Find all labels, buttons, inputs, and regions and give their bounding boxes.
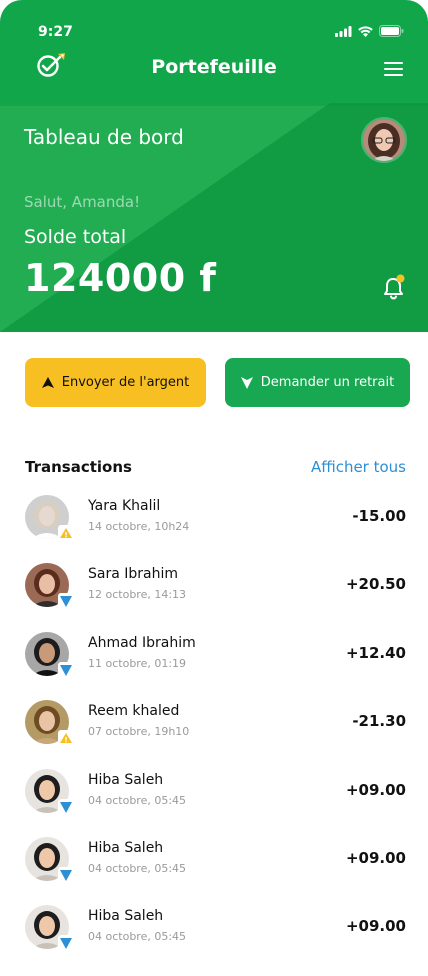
transactions-title: Transactions (25, 458, 132, 476)
status-time: 9:27 (38, 24, 73, 40)
transaction-amount: -15.00 (352, 507, 406, 525)
send-money-label: Envoyer de l'argent (61, 375, 190, 390)
dashboard-title: Tableau de bord (24, 125, 184, 149)
transaction-name: Hiba Saleh (88, 771, 164, 788)
transaction-row[interactable]: Hiba Saleh 04 octobre, 05:45 +09.00 (0, 905, 428, 973)
transaction-row[interactable]: Sara Ibrahim 12 octobre, 14:13 +20.50 (0, 563, 428, 631)
view-all-link[interactable]: Afficher tous (311, 458, 406, 476)
signal-icon (335, 25, 352, 37)
greeting-text: Salut, Amanda! (24, 193, 141, 211)
sent-arrow-icon (58, 730, 74, 747)
transaction-amount: +20.50 (345, 575, 406, 594)
arrow-down-icon (240, 376, 253, 389)
transaction-name: Reem khaled (88, 703, 180, 720)
transaction-row[interactable]: Yara Khalil 14 octobre, 10h24 -15.00 (0, 495, 428, 563)
balance-value: 124000 f (24, 256, 217, 300)
transaction-row[interactable]: Ahmad Ibrahim 11 octobre, 01:19 +12.40 (0, 631, 428, 700)
transaction-amount: +09.00 (345, 849, 406, 867)
hamburger-menu-icon[interactable] (384, 62, 403, 77)
transaction-amount: +09.00 (345, 917, 406, 936)
transaction-date: 04 octobre, 05:45 (88, 862, 187, 875)
transaction-name: Hiba Saleh (88, 840, 164, 856)
status-icons (335, 25, 404, 37)
received-arrow-icon (58, 935, 74, 952)
profile-avatar[interactable] (361, 117, 407, 163)
transaction-date: 04 octobre, 05:45 (88, 930, 187, 944)
transaction-name: Hiba Saleh (88, 908, 164, 925)
transaction-date: 04 octobre, 05:45 (88, 793, 187, 807)
transaction-amount: -21.30 (352, 712, 406, 731)
bell-icon[interactable] (381, 274, 407, 300)
battery-icon (379, 25, 404, 37)
transaction-name: Sara Ibrahim (88, 566, 179, 583)
transaction-amount: +09.00 (345, 780, 406, 799)
received-arrow-icon (58, 798, 74, 815)
transaction-name: Ahmad Ibrahim (88, 634, 196, 651)
transaction-row[interactable]: Reem khaled 07 octobre, 19h10 -21.30 (0, 700, 428, 768)
balance-label: Solde total (24, 226, 127, 248)
sent-arrow-icon (58, 525, 74, 541)
transaction-date: 11 octobre, 01:19 (88, 656, 187, 670)
send-money-button[interactable]: Envoyer de l'argent (25, 358, 206, 407)
transaction-date: 07 octobre, 19h10 (88, 725, 190, 739)
received-arrow-icon (58, 593, 74, 610)
transaction-row[interactable]: Hiba Saleh 04 octobre, 05:45 +09.00 (0, 837, 428, 905)
transaction-name: Yara Khalil (88, 498, 161, 514)
transaction-date: 14 octobre, 10h24 (88, 520, 190, 533)
received-arrow-icon (58, 867, 74, 883)
request-withdrawal-button[interactable]: Demander un retrait (225, 358, 410, 407)
received-arrow-icon (58, 661, 74, 678)
transaction-date: 12 octobre, 14:13 (88, 588, 187, 602)
transaction-amount: +12.40 (345, 643, 406, 662)
app-title: Portefeuille (151, 56, 277, 78)
app-screen: 9:27 Portefeuille Tableau de bord Salut,… (0, 0, 428, 976)
wifi-icon (358, 25, 373, 37)
transaction-row[interactable]: Hiba Saleh 04 octobre, 05:45 +09.00 (0, 768, 428, 837)
request-withdrawal-label: Demander un retrait (260, 375, 395, 390)
arrow-up-icon (41, 377, 54, 388)
